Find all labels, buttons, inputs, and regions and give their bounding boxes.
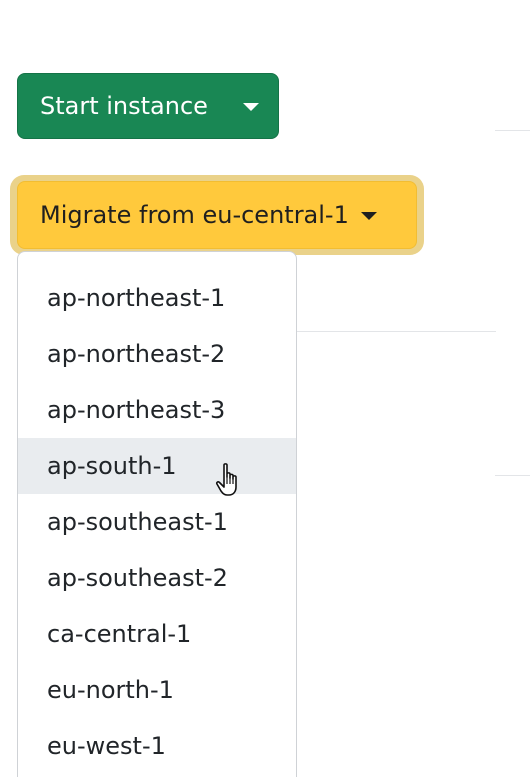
menu-item-ap-southeast-1[interactable]: ap-southeast-1 bbox=[18, 494, 296, 550]
chevron-down-icon[interactable] bbox=[243, 103, 259, 111]
menu-item-ap-southeast-2[interactable]: ap-southeast-2 bbox=[18, 550, 296, 606]
chevron-down-icon bbox=[360, 212, 377, 220]
region-dropdown-menu: ap-northeast-1 ap-northeast-2 ap-northea… bbox=[17, 251, 297, 777]
menu-item-ca-central-1[interactable]: ca-central-1 bbox=[18, 606, 296, 662]
divider-middle bbox=[297, 331, 496, 332]
menu-item-eu-north-1[interactable]: eu-north-1 bbox=[18, 662, 296, 718]
hand-pointer-icon bbox=[215, 463, 237, 496]
menu-item-ap-south-1[interactable]: ap-south-1 bbox=[18, 438, 296, 494]
start-instance-label: Start instance bbox=[40, 92, 208, 120]
menu-item-ap-northeast-1[interactable]: ap-northeast-1 bbox=[18, 270, 296, 326]
menu-item-ap-northeast-2[interactable]: ap-northeast-2 bbox=[18, 326, 296, 382]
migrate-dropdown-button[interactable]: Migrate from eu-central-1 bbox=[17, 181, 417, 249]
start-instance-button[interactable]: Start instance bbox=[17, 73, 279, 139]
divider-bottom bbox=[495, 475, 530, 476]
menu-item-eu-west-1[interactable]: eu-west-1 bbox=[18, 718, 296, 774]
divider-top bbox=[495, 130, 530, 131]
menu-item-ap-northeast-3[interactable]: ap-northeast-3 bbox=[18, 382, 296, 438]
migrate-label: Migrate from eu-central-1 bbox=[40, 201, 349, 229]
